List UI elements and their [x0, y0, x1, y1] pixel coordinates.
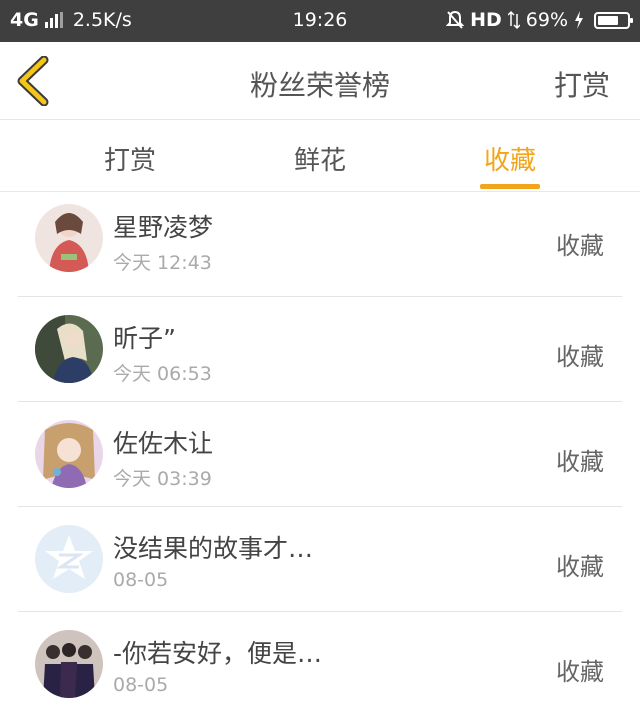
mute-bell-icon	[446, 10, 465, 29]
qzone-default-avatar-icon	[35, 525, 103, 593]
user-time: 今天 03:39	[113, 468, 212, 490]
favorite-label: 收藏	[556, 448, 604, 476]
fan-list: 星野凌梦 今天 12:43 收藏 昕子” 今天 06:53 收藏 佐佐木让 今天…	[0, 192, 640, 709]
data-arrows-icon	[507, 10, 520, 30]
hd-badge: HD	[470, 9, 502, 31]
favorite-label: 收藏	[556, 343, 604, 371]
user-time: 今天 06:53	[113, 363, 212, 385]
user-name: -你若安好，便是…	[113, 639, 323, 668]
avatar-girl-blonde-icon	[35, 315, 103, 383]
page-title: 粉丝荣誉榜	[249, 69, 390, 102]
tab-reward[interactable]: 打赏	[70, 140, 190, 192]
status-bar: 4G 2.5K/s 19:26 HD 69%	[0, 0, 640, 42]
avatar	[35, 204, 103, 272]
list-item[interactable]: 昕子” 今天 06:53 收藏	[18, 297, 622, 402]
tab-favorites[interactable]: 收藏	[450, 140, 570, 192]
tab-active-indicator	[480, 184, 540, 189]
favorite-label: 收藏	[556, 553, 604, 581]
avatar	[35, 315, 103, 383]
user-time: 今天 12:43	[113, 252, 212, 274]
avatar	[35, 525, 103, 593]
user-time: 08-05	[113, 674, 169, 696]
avatar-group-photo-icon	[35, 630, 103, 698]
tab-bar: 打赏 鲜花 收藏	[0, 120, 640, 192]
avatar	[35, 630, 103, 698]
reward-button[interactable]: 打赏	[554, 64, 610, 104]
tab-label: 打赏	[103, 146, 156, 176]
list-item[interactable]: -你若安好，便是… 08-05 收藏	[18, 612, 622, 709]
header: 粉丝荣誉榜 打赏	[0, 42, 640, 120]
avatar	[35, 420, 103, 488]
avatar-anime-girl-icon	[35, 420, 103, 488]
charging-icon	[575, 11, 583, 29]
battery-icon	[594, 11, 633, 29]
list-item[interactable]: 没结果的故事才… 08-05 收藏	[18, 507, 622, 612]
battery-percent: 69%	[525, 9, 568, 31]
tab-label: 鲜花	[293, 146, 346, 176]
user-name: 没结果的故事才…	[113, 534, 314, 563]
favorite-label: 收藏	[556, 232, 604, 260]
status-right: HD 69%	[446, 9, 633, 31]
user-name: 昕子”	[113, 324, 176, 353]
tab-flowers[interactable]: 鲜花	[260, 140, 380, 192]
user-name: 佐佐木让	[113, 429, 214, 458]
list-item[interactable]: 佐佐木让 今天 03:39 收藏	[18, 402, 622, 507]
list-item[interactable]: 星野凌梦 今天 12:43 收藏	[18, 192, 622, 297]
user-name: 星野凌梦	[113, 213, 214, 242]
tab-label: 收藏	[483, 146, 536, 176]
favorite-label: 收藏	[556, 658, 604, 686]
avatar-girl-red-kimono-icon	[35, 204, 103, 272]
user-time: 08-05	[113, 569, 169, 591]
